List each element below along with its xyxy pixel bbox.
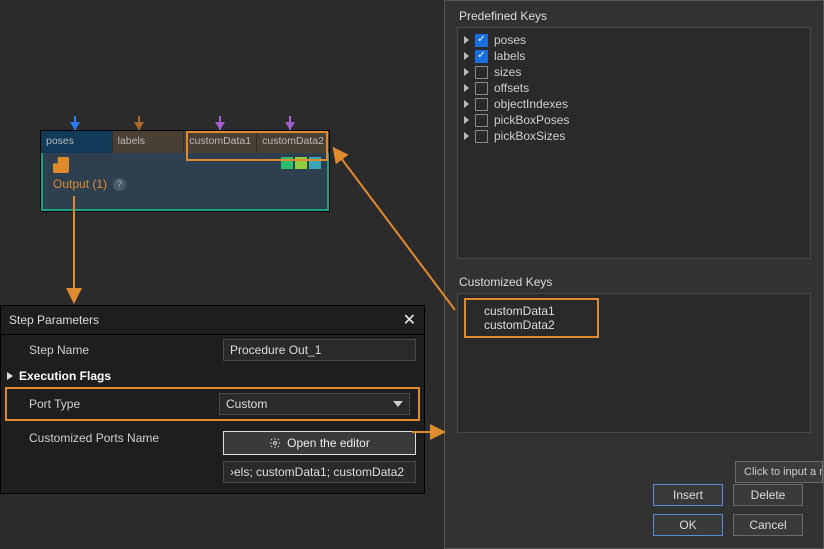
customized-ports-label: Customized Ports Name bbox=[29, 431, 219, 445]
key-label: sizes bbox=[494, 65, 521, 79]
checkbox[interactable] bbox=[475, 82, 488, 95]
node-port-poses[interactable]: poses bbox=[41, 131, 113, 153]
key-label: poses bbox=[494, 33, 526, 47]
execution-flags-label: Execution Flags bbox=[19, 369, 111, 383]
node-input-arrows bbox=[40, 108, 330, 130]
custom-keys-highlight: customData1customData2 bbox=[464, 298, 599, 338]
step-name-label: Step Name bbox=[29, 343, 219, 357]
predef-key-pickBoxPoses[interactable]: pickBoxPoses bbox=[464, 112, 804, 128]
key-label: labels bbox=[494, 49, 525, 63]
output-node[interactable]: poses labels customData1 customData2 Output… bbox=[40, 130, 330, 212]
node-port-customData2[interactable]: customData2 bbox=[257, 131, 329, 153]
insert-button[interactable]: Insert bbox=[653, 484, 723, 506]
chevron-right-icon bbox=[464, 100, 469, 108]
node-port-labels[interactable]: labels bbox=[113, 131, 185, 153]
customized-keys-list[interactable]: customData1customData2 bbox=[457, 293, 811, 433]
step-name-row: Step Name bbox=[1, 335, 424, 365]
port-type-row-highlight: Port Type Custom bbox=[5, 387, 420, 421]
new-key-input[interactable]: Click to input a n bbox=[735, 461, 823, 483]
port-type-select[interactable]: Custom bbox=[219, 393, 410, 415]
ok-button[interactable]: OK bbox=[653, 514, 723, 536]
arrow-node-to-params bbox=[60, 196, 100, 306]
help-icon[interactable]: ? bbox=[113, 178, 126, 191]
predef-key-sizes[interactable]: sizes bbox=[464, 64, 804, 80]
predef-key-objectIndexes[interactable]: objectIndexes bbox=[464, 96, 804, 112]
key-label: pickBoxPoses bbox=[494, 113, 569, 127]
checkbox[interactable]: ✓ bbox=[475, 34, 488, 47]
chevron-right-icon bbox=[464, 132, 469, 140]
step-name-input[interactable] bbox=[223, 339, 416, 361]
predef-key-labels[interactable]: ✓ labels bbox=[464, 48, 804, 64]
dialog-buttons: Insert Delete OK Cancel bbox=[653, 484, 803, 536]
step-parameters-header: Step Parameters ✕ bbox=[1, 306, 424, 335]
port-name: customData1 bbox=[189, 135, 251, 147]
cancel-button[interactable]: Cancel bbox=[733, 514, 803, 536]
customized-ports-row: Customized Ports Name Open the editor bbox=[1, 425, 424, 493]
checkbox[interactable]: ✓ bbox=[475, 50, 488, 63]
key-label: objectIndexes bbox=[494, 97, 568, 111]
customized-keys-label: Customized Keys bbox=[445, 267, 823, 291]
delete-button[interactable]: Delete bbox=[733, 484, 803, 506]
port-type-value: Custom bbox=[226, 397, 267, 411]
checkbox[interactable] bbox=[475, 114, 488, 127]
keys-dialog: Predefined Keys ✓ poses ✓ labels sizes offset… bbox=[444, 0, 824, 549]
open-editor-button[interactable]: Open the editor bbox=[223, 431, 416, 455]
panel-title: Step Parameters bbox=[9, 313, 99, 327]
chevron-right-icon bbox=[464, 116, 469, 124]
node-title: Output (1) bbox=[53, 177, 107, 191]
procedure-out-icon bbox=[53, 157, 69, 173]
predefined-keys-list[interactable]: ✓ poses ✓ labels sizes offsets objectIndexes pi… bbox=[457, 27, 811, 259]
predef-key-poses[interactable]: ✓ poses bbox=[464, 32, 804, 48]
chevron-right-icon bbox=[7, 372, 13, 380]
key-label: pickBoxSizes bbox=[494, 129, 565, 143]
key-label: offsets bbox=[494, 81, 529, 95]
custom-key-customData2[interactable]: customData2 bbox=[484, 318, 555, 332]
chevron-right-icon bbox=[464, 68, 469, 76]
predef-key-offsets[interactable]: offsets bbox=[464, 80, 804, 96]
gear-icon bbox=[269, 437, 281, 449]
predef-key-pickBoxSizes[interactable]: pickBoxSizes bbox=[464, 128, 804, 144]
predefined-keys-label: Predefined Keys bbox=[445, 1, 823, 25]
port-name: poses bbox=[46, 135, 107, 147]
node-status-icons bbox=[281, 157, 321, 169]
checkbox[interactable] bbox=[475, 66, 488, 79]
custom-key-customData1[interactable]: customData1 bbox=[484, 304, 555, 318]
execution-flags-section[interactable]: Execution Flags bbox=[1, 365, 424, 387]
port-type-label: Port Type bbox=[29, 397, 215, 411]
checkbox[interactable] bbox=[475, 130, 488, 143]
customized-ports-input[interactable] bbox=[223, 461, 416, 483]
node-body: Output (1) ? bbox=[41, 153, 329, 211]
node-port-customData1[interactable]: customData1 bbox=[184, 131, 257, 153]
chevron-right-icon bbox=[464, 52, 469, 60]
close-icon[interactable]: ✕ bbox=[403, 310, 416, 330]
port-name: customData2 bbox=[262, 135, 324, 147]
chevron-right-icon bbox=[464, 84, 469, 92]
chevron-down-icon bbox=[393, 401, 403, 407]
checkbox[interactable] bbox=[475, 98, 488, 111]
step-parameters-panel: Step Parameters ✕ Step Name Execution Fl… bbox=[0, 305, 425, 494]
open-editor-label: Open the editor bbox=[287, 436, 370, 450]
port-name: labels bbox=[118, 135, 179, 147]
chevron-right-icon bbox=[464, 36, 469, 44]
